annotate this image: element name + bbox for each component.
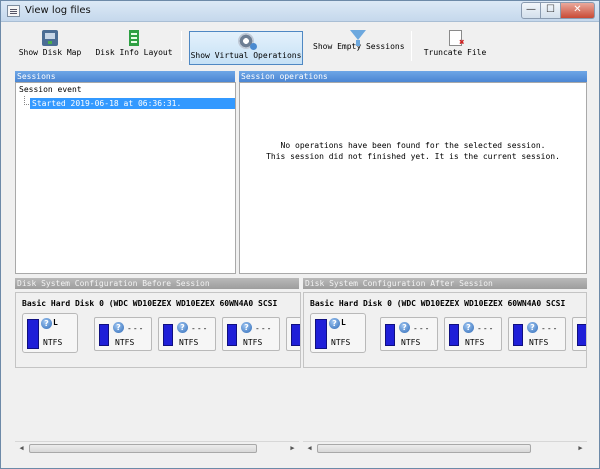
partition-label: --- [255,324,273,333]
toolbar-separator [181,31,182,61]
partition-mark: L [341,318,347,327]
partition-fs: NTFS [331,338,351,347]
partition-fs: NTFS [115,338,135,347]
partition-usage-bar [385,324,395,346]
after-partition[interactable]: ? --- NTFS [508,317,566,351]
toolbar-separator [411,31,412,61]
show-empty-sessions-button[interactable]: Show Empty Sessions [313,29,405,63]
truncate-file-button[interactable]: Truncate File [423,29,487,63]
partition-usage-bar [27,319,39,349]
session-operations-panel: No operations have been found for the se… [239,82,587,274]
scroll-right-arrow-icon[interactable]: ▶ [286,443,299,454]
partition-fs: NTFS [529,338,549,347]
maximize-button[interactable]: ☐ [541,2,561,19]
session-item-selected[interactable]: Started 2019-06-18 at 06:36:31. [30,98,235,109]
session-operations-panel-title: Session operations [239,71,587,82]
after-partition-first[interactable]: ? L NTFS [310,313,366,353]
before-horizontal-scrollbar[interactable]: ◀ ▶ [15,441,299,454]
partition-usage-bar [227,324,237,346]
title-bar[interactable]: View log files — ☐ ✕ [1,1,599,22]
unknown-partition-icon: ? [41,318,52,329]
unknown-partition-icon: ? [463,322,474,333]
before-partition[interactable]: ? --- NTFS [94,317,152,351]
before-partition-clipped[interactable] [286,317,300,351]
after-session-title: Disk System Configuration After Session [303,278,587,289]
before-disk-label: Basic Hard Disk 0 (WDC WD10EZEX WD10EZEX… [22,299,278,308]
partition-fs: NTFS [465,338,485,347]
show-virtual-operations-button[interactable]: Show Virtual Operations [189,31,303,65]
partition-label: --- [541,324,559,333]
scrollbar-thumb[interactable] [317,444,531,453]
partition-fs: NTFS [401,338,421,347]
unknown-partition-icon: ? [329,318,340,329]
show-disk-map-button[interactable]: Show Disk Map [15,29,85,63]
before-partition[interactable]: ? --- NTFS [158,317,216,351]
virtual-operations-icon [238,33,257,50]
partition-usage-bar [99,324,109,346]
after-partition[interactable]: ? --- NTFS [380,317,438,351]
close-button[interactable]: ✕ [561,2,595,19]
partition-label: --- [191,324,209,333]
partition-usage-bar [449,324,459,346]
scrollbar-thumb[interactable] [29,444,257,453]
view-log-files-window: View log files — ☐ ✕ Show Disk Map Disk … [0,0,600,469]
partition-label: --- [413,324,431,333]
partition-mark: L [53,318,59,327]
toolbar: Show Disk Map Disk Info Layout Show Virt… [1,23,599,67]
after-partition[interactable]: ? --- NTFS [444,317,502,351]
before-disk-map: Basic Hard Disk 0 (WDC WD10EZEX WD10EZEX… [15,292,301,368]
unknown-partition-icon: ? [113,322,124,333]
disk-info-layout-button[interactable]: Disk Info Layout [93,29,175,63]
disk-map-icon [42,30,58,46]
after-partition-clipped[interactable] [572,317,586,351]
operations-message-line2: This session did not finished yet. It is… [266,152,560,161]
partition-usage-bar [513,324,523,346]
truncate-file-icon [448,30,465,48]
after-disk-label: Basic Hard Disk 0 (WDC WD10EZEX WD10EZEX… [310,299,566,308]
disk-info-icon [129,30,139,46]
partition-fs: NTFS [43,338,63,347]
unknown-partition-icon: ? [527,322,538,333]
show-disk-map-label: Show Disk Map [18,48,82,57]
filter-icon [350,30,366,46]
log-window-icon [7,5,20,17]
partition-label: --- [477,324,495,333]
disk-info-layout-label: Disk Info Layout [95,48,173,57]
scroll-right-arrow-icon[interactable]: ▶ [574,443,587,454]
unknown-partition-icon: ? [177,322,188,333]
after-horizontal-scrollbar[interactable]: ◀ ▶ [303,441,587,454]
scroll-left-arrow-icon[interactable]: ◀ [303,443,316,454]
scroll-left-arrow-icon[interactable]: ◀ [15,443,28,454]
partition-usage-bar [577,324,586,346]
partition-usage-bar [291,324,300,346]
after-disk-map: Basic Hard Disk 0 (WDC WD10EZEX WD10EZEX… [303,292,587,368]
before-partition-first[interactable]: ? L NTFS [22,313,78,353]
before-partition[interactable]: ? --- NTFS [222,317,280,351]
window-title: View log files [25,5,91,16]
show-virtual-operations-label: Show Virtual Operations [190,51,302,60]
sessions-panel-title: Sessions [15,71,235,82]
partition-usage-bar [315,319,327,349]
before-session-title: Disk System Configuration Before Session [15,278,299,289]
partition-fs: NTFS [179,338,199,347]
unknown-partition-icon: ? [241,322,252,333]
partition-usage-bar [163,324,173,346]
minimize-button[interactable]: — [521,2,541,19]
operations-message-line1: No operations have been found for the se… [280,141,546,150]
truncate-file-label: Truncate File [423,48,487,57]
unknown-partition-icon: ? [399,322,410,333]
sessions-tree[interactable]: Session event Started 2019-06-18 at 06:3… [15,82,236,274]
partition-fs: NTFS [243,338,263,347]
partition-label: --- [127,324,145,333]
session-event-header: Session event [19,85,82,94]
